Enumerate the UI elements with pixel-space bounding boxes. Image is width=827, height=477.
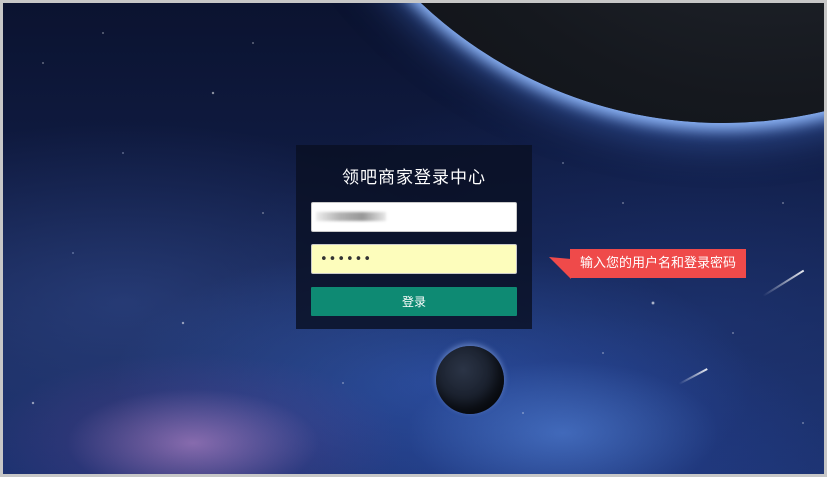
space-background: 领吧商家登录中心 登录 输入您的用户名和登录密码	[3, 3, 824, 474]
password-input[interactable]	[311, 244, 517, 274]
login-title: 领吧商家登录中心	[342, 168, 486, 188]
login-hint-tooltip: 输入您的用户名和登录密码	[570, 249, 747, 278]
username-input[interactable]	[311, 202, 517, 232]
login-panel: 领吧商家登录中心 登录	[296, 145, 532, 329]
small-planet-image	[436, 346, 504, 414]
login-button[interactable]: 登录	[311, 287, 517, 316]
